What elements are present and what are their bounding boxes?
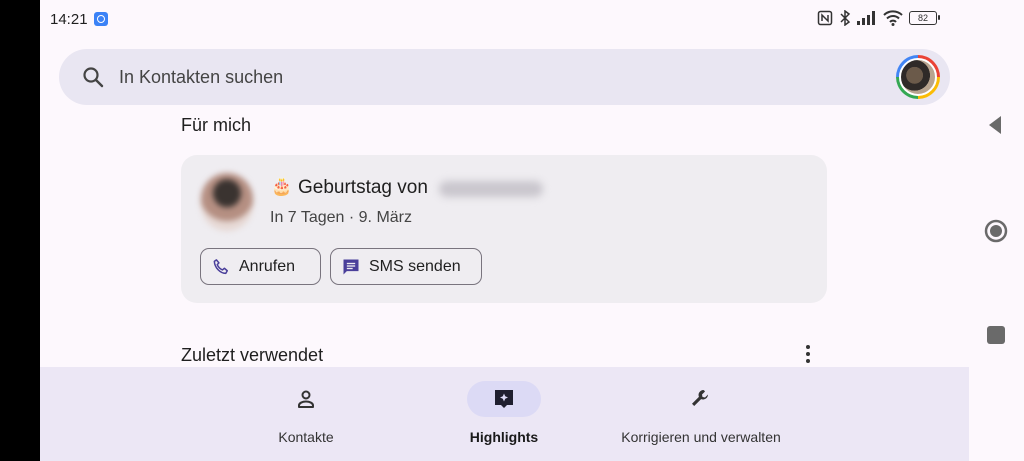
system-navigation-bar — [969, 0, 1024, 461]
bluetooth-icon — [840, 10, 851, 26]
highlights-icon — [495, 390, 513, 408]
contact-avatar — [201, 173, 253, 231]
wifi-icon — [883, 10, 903, 26]
back-icon[interactable] — [983, 114, 1009, 136]
home-icon[interactable] — [983, 218, 1009, 244]
notification-app-icon — [94, 12, 108, 26]
nav-label-highlights: Highlights — [469, 429, 539, 445]
sms-button-label: SMS senden — [369, 257, 461, 275]
section-title-recent: Zuletzt verwendet — [181, 345, 324, 365]
nav-item-contacts[interactable]: Kontakte — [269, 367, 343, 461]
more-options-icon[interactable] — [800, 343, 816, 365]
status-icons: 82 — [817, 10, 940, 26]
cake-icon: 🎂 — [271, 177, 293, 196]
person-icon — [298, 390, 314, 408]
signal-icon — [857, 11, 875, 25]
nav-item-manage[interactable]: Korrigieren und verwalten — [614, 367, 788, 461]
left-black-bar — [0, 0, 40, 461]
birthday-card[interactable]: 🎂 Geburtstag von In 7 Tagen · 9. März An… — [181, 155, 827, 303]
birthday-date: In 7 Tagen · 9. März — [270, 209, 412, 226]
bottom-navigation: Kontakte Highlights Korrigieren und verw… — [40, 367, 969, 461]
message-icon — [343, 259, 359, 274]
recents-icon[interactable] — [983, 324, 1009, 346]
search-bar[interactable]: In Kontakten suchen — [59, 49, 950, 105]
battery-icon: 82 — [909, 11, 940, 25]
sms-button[interactable]: SMS senden — [330, 248, 482, 285]
status-time: 14:21 — [50, 11, 88, 28]
search-icon — [83, 67, 104, 88]
status-bar: 14:21 82 — [40, 0, 969, 38]
search-placeholder: In Kontakten suchen — [119, 67, 284, 87]
birthday-title: Geburtstag von — [298, 177, 428, 198]
nfc-icon — [817, 10, 833, 26]
call-button[interactable]: Anrufen — [200, 248, 321, 285]
account-avatar[interactable] — [896, 55, 940, 99]
nav-label-contacts: Kontakte — [278, 429, 334, 445]
phone-icon — [213, 258, 228, 274]
contacts-app-screen: 14:21 82 In Kontakten suchen Für mich 🎂 … — [40, 0, 969, 461]
call-button-label: Anrufen — [239, 257, 296, 275]
contact-name-blurred — [439, 181, 543, 197]
section-title-for-me: Für mich — [181, 115, 252, 135]
nav-label-manage: Korrigieren und verwalten — [621, 429, 781, 445]
nav-item-highlights[interactable]: Highlights — [467, 367, 541, 461]
wrench-icon — [692, 390, 708, 406]
